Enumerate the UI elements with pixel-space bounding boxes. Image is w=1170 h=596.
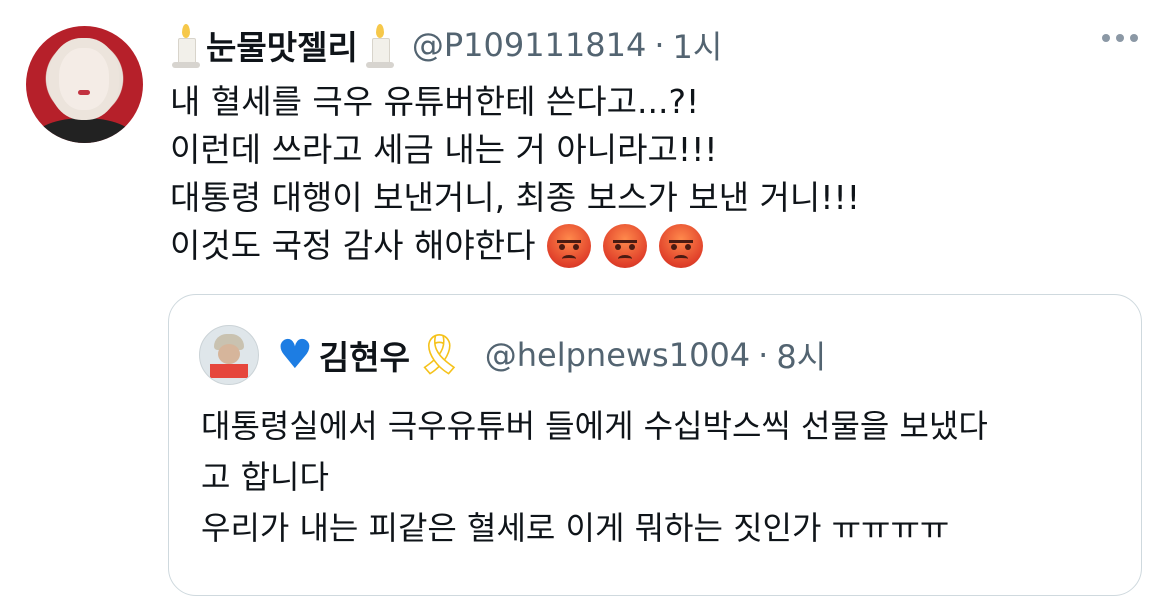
meta-separator: ·: [654, 26, 665, 64]
quoted-line: 고 합니다: [201, 458, 329, 496]
tweet-line: 대통령 대행이 보낸거니, 최종 보스가 보낸 거니!!!: [170, 178, 860, 217]
quoted-line: 우리가 내는 피같은 혈세로 이게 뭐하는 짓인가 ㅠㅠㅠㅠ: [201, 509, 950, 547]
author-handle[interactable]: @P109111814: [412, 26, 647, 64]
tweet-line: 내 혈세를 극우 유튜버한테 쓴다고...?!: [170, 82, 700, 121]
candle-icon: [364, 22, 394, 68]
angry-face-icon: [659, 223, 704, 268]
author-name[interactable]: 눈물맛젤리: [206, 21, 358, 69]
author-avatar[interactable]: [26, 26, 143, 143]
yellow-ribbon-icon: 🎗: [413, 332, 465, 378]
quoted-header: ♥ 김현우 🎗 @helpnews1004 · 8시: [199, 325, 826, 385]
blue-heart-icon: ♥: [277, 332, 313, 378]
quoted-author-avatar[interactable]: [199, 325, 259, 385]
tweet-header: 눈물맛젤리 @P109111814 · 1시: [170, 20, 722, 70]
candle-icon: [170, 22, 200, 68]
quoted-body: 대통령실에서 극우유튜버 들에게 수십박스씩 선물을 보냈다 고 합니다 우리가…: [201, 401, 988, 554]
angry-face-icon: [603, 223, 648, 268]
avatar-shoulders: [34, 118, 134, 143]
tweet-line-with-emoji: 이것도 국정 감사 해야한다: [170, 222, 860, 270]
tweet-time[interactable]: 1시: [673, 22, 723, 68]
tweet-line: 이런데 쓰라고 세금 내는 거 아니라고!!!: [170, 130, 718, 169]
avatar-lip: [78, 90, 90, 95]
quoted-author-name[interactable]: 김현우: [319, 331, 410, 379]
quoted-line: 대통령실에서 극우유튜버 들에게 수십박스씩 선물을 보냈다: [201, 407, 988, 445]
quoted-author-handle[interactable]: @helpnews1004: [485, 336, 750, 374]
quoted-time[interactable]: 8시: [776, 332, 826, 378]
tweet-body: 내 혈세를 극우 유튜버한테 쓴다고...?! 이런데 쓰라고 세금 내는 거 …: [170, 78, 860, 270]
angry-face-icon: [547, 223, 592, 268]
more-options-icon[interactable]: [1102, 34, 1138, 42]
avatar-face: [59, 48, 109, 110]
quoted-tweet[interactable]: ♥ 김현우 🎗 @helpnews1004 · 8시 대통령실에서 극우유튜버 …: [168, 294, 1142, 596]
tweet-line: 이것도 국정 감사 해야한다: [170, 226, 536, 265]
meta-separator: ·: [758, 336, 769, 374]
